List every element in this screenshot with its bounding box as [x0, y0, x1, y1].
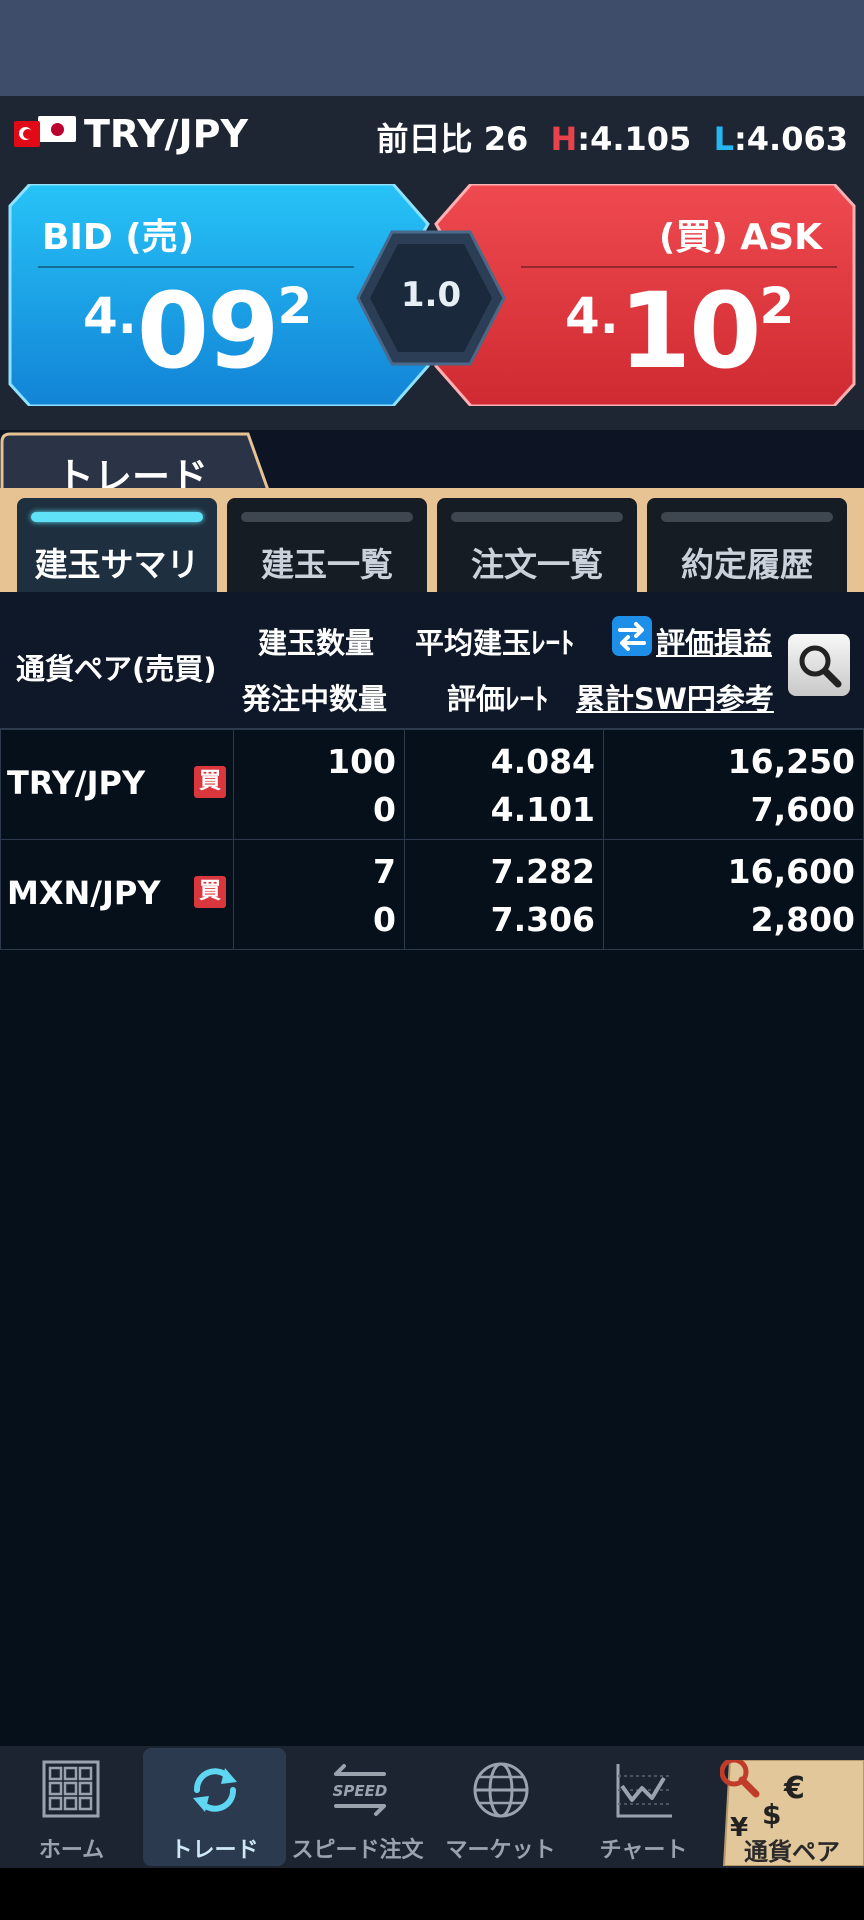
- bid-price-pip: 2: [277, 277, 313, 335]
- pair-header[interactable]: TRY/JPY 前日比 26 H:4.105 L:4.063: [0, 96, 864, 176]
- currency-pair-button[interactable]: € $ ¥ 通貨ペア: [719, 1757, 864, 1867]
- low-value: :4.063: [733, 120, 848, 158]
- tab-indicator: [31, 512, 203, 522]
- high-label: H: [550, 120, 578, 158]
- buy-badge: 買: [194, 876, 226, 908]
- swap-value: 2,800: [750, 900, 855, 939]
- ask-price-main: 10: [618, 270, 762, 392]
- grid-icon: [42, 1760, 100, 1818]
- nav-label: トレード: [170, 1838, 259, 1863]
- search-button[interactable]: [788, 634, 850, 696]
- pl-value: 16,250: [727, 742, 855, 781]
- table-row[interactable]: TRY/JPY 買 100 0 4.084 4.101 16,250 7,600: [0, 730, 864, 840]
- header-qty: 建玉数量: [258, 626, 375, 660]
- change-label: 前日比: [376, 120, 473, 158]
- nav-home[interactable]: ホーム: [0, 1748, 143, 1866]
- qty-cell: 100 0: [233, 730, 405, 839]
- qty-value: 7: [373, 852, 396, 891]
- speed-icon-text: SPEED: [333, 1782, 388, 1800]
- bid-price-int: 4.: [83, 287, 137, 345]
- ask-price-int: 4.: [565, 287, 619, 345]
- bid-price-main: 09: [136, 270, 280, 392]
- buy-badge: 買: [194, 766, 226, 798]
- pending-value: 0: [373, 790, 396, 829]
- dollar-icon: $: [762, 1798, 781, 1831]
- tab-execution-history[interactable]: 約定履歴: [647, 498, 847, 592]
- tab-label: 約定履歴: [681, 545, 813, 584]
- header-pair: 通貨ペア(売買): [16, 652, 217, 686]
- chart-icon: [616, 1764, 672, 1818]
- nav-label: ホーム: [38, 1838, 105, 1863]
- swap-value: 7,600: [750, 790, 855, 829]
- system-nav-bar: [0, 1868, 864, 1920]
- turkey-flag-icon: [14, 121, 40, 147]
- high-value: :4.105: [577, 120, 692, 158]
- euro-icon: €: [783, 1771, 805, 1806]
- tab-label: 注文一覧: [471, 545, 603, 584]
- change-value: 26: [483, 120, 529, 158]
- globe-icon: [473, 1762, 529, 1818]
- header-pl[interactable]: 評価損益: [656, 620, 772, 662]
- refresh-icon: [193, 1768, 237, 1812]
- status-bar: [0, 0, 864, 96]
- nav-speed-order[interactable]: SPEED スピード注文: [286, 1748, 429, 1866]
- nav-trade[interactable]: トレード: [143, 1748, 286, 1866]
- rate-cell: 7.282 7.306: [405, 840, 604, 949]
- pair-title: TRY/JPY: [84, 112, 249, 156]
- positions-table: TRY/JPY 買 100 0 4.084 4.101 16,250 7,600…: [0, 730, 864, 950]
- low-label: L: [713, 120, 734, 158]
- ask-price: 4.102: [565, 270, 794, 392]
- avg-rate-value: 4.084: [490, 742, 595, 781]
- rate-cell: 4.084 4.101: [405, 730, 604, 839]
- pending-value: 0: [373, 900, 396, 939]
- header-pending-qty: 発注中数量: [242, 682, 388, 716]
- avg-rate-value: 7.282: [490, 852, 595, 891]
- bid-divider: [38, 266, 354, 268]
- pl-cell: 16,250 7,600: [604, 730, 864, 839]
- tab-indicator: [241, 512, 413, 522]
- pl-cell: 16,600 2,800: [604, 840, 864, 949]
- pair-name: TRY/JPY: [7, 764, 146, 802]
- header-eval-rate: 評価ﾚｰﾄ: [447, 682, 549, 716]
- tab-indicator: [451, 512, 623, 522]
- tab-position-summary[interactable]: 建玉サマリ: [17, 498, 217, 592]
- tab-order-list[interactable]: 注文一覧: [437, 498, 637, 592]
- nav-label: マーケット: [445, 1838, 556, 1863]
- qty-value: 100: [327, 742, 396, 781]
- spread-value: 1.0: [400, 275, 462, 315]
- ask-divider: [521, 266, 837, 268]
- nav-label: チャート: [599, 1838, 688, 1863]
- tab-indicator: [661, 512, 833, 522]
- spread-badge: 1.0: [356, 230, 506, 366]
- ask-price-pip: 2: [759, 277, 795, 335]
- pair-cell: MXN/JPY 買: [0, 840, 234, 949]
- tab-label: 建玉一覧: [261, 545, 393, 584]
- ask-label: (買) ASK: [658, 217, 822, 258]
- pair-cell: TRY/JPY 買: [0, 730, 234, 839]
- tab-label: 建玉サマリ: [34, 545, 200, 584]
- eval-rate-value: 7.306: [490, 900, 595, 939]
- header-stats: 前日比 26 H:4.105 L:4.063: [377, 114, 848, 160]
- quote-area: BID (売) 4.092 (買) ASK 4.102 1.0: [0, 176, 864, 430]
- nav-label: スピード注文: [291, 1838, 424, 1863]
- header-swap[interactable]: 累計SW円参考: [576, 676, 774, 718]
- bid-price: 4.092: [83, 270, 312, 392]
- header-avg-rate: 平均建玉ﾚｰﾄ: [415, 626, 575, 660]
- bid-label: BID (売): [42, 217, 195, 258]
- pl-value: 16,600: [727, 852, 855, 891]
- swap-icon[interactable]: [612, 616, 652, 656]
- currency-pair-label: 通貨ペア: [744, 1838, 840, 1866]
- eval-rate-value: 4.101: [490, 790, 595, 829]
- table-row[interactable]: MXN/JPY 買 7 0 7.282 7.306 16,600 2,800: [0, 840, 864, 950]
- japan-flag-icon: [38, 116, 76, 142]
- speed-icon: SPEED: [333, 1764, 388, 1816]
- tab-position-list[interactable]: 建玉一覧: [227, 498, 427, 592]
- pair-name: MXN/JPY: [7, 874, 161, 912]
- nav-market[interactable]: マーケット: [429, 1748, 572, 1866]
- qty-cell: 7 0: [233, 840, 405, 949]
- search-icon: [799, 645, 842, 688]
- nav-chart[interactable]: チャート: [572, 1748, 715, 1866]
